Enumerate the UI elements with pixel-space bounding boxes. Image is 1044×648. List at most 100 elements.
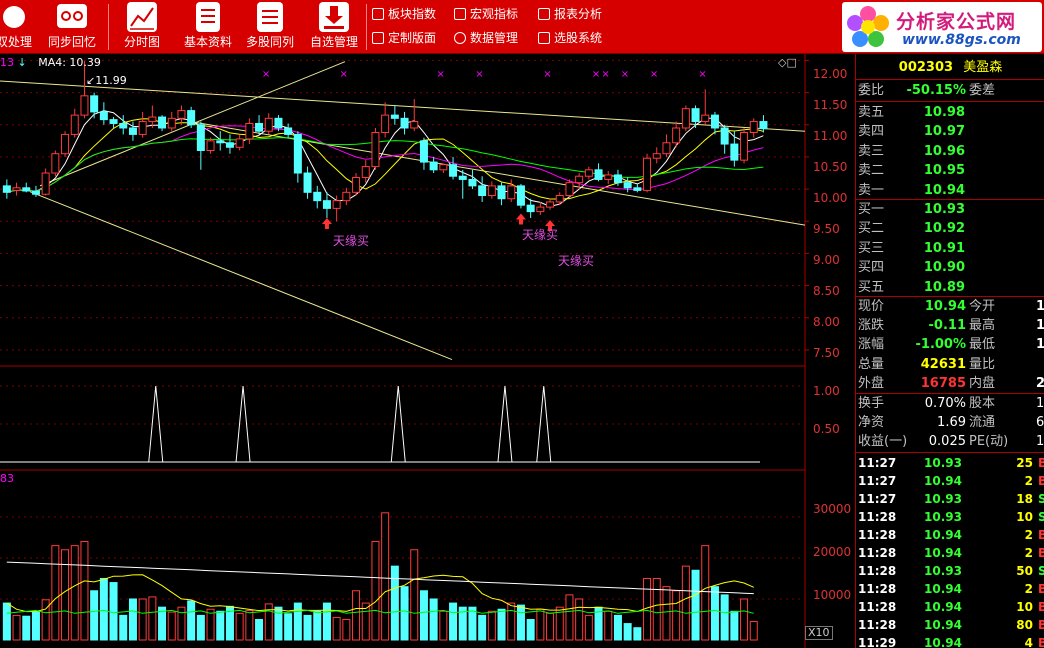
candle-body	[594, 169, 603, 180]
tb-small-1[interactable]: 宏观指标	[452, 5, 518, 23]
tb-button-2[interactable]: 分时图	[118, 0, 166, 54]
order-row[interactable]: 买五 10.89	[856, 278, 1044, 297]
volume-unit-badge[interactable]: X10	[805, 626, 833, 640]
tick-row[interactable]: 11:27 10.94 2B	[856, 472, 1044, 490]
stat-row: 涨幅 -1.00%最低 1	[856, 335, 1044, 354]
price-tick: 12.00	[813, 67, 848, 81]
candle-body	[187, 110, 196, 126]
marker-x-icon: ×	[543, 69, 551, 80]
logo-url: www.88gs.com	[902, 32, 1021, 48]
tb-button-label: 自选管理	[309, 35, 358, 49]
order-row[interactable]: 卖四 10.97	[856, 122, 1044, 141]
order-price: 10.97	[923, 124, 965, 140]
price-tick: 7.50	[813, 346, 840, 360]
candle-body	[449, 164, 458, 177]
tb-button-0[interactable]: 双处理	[0, 0, 34, 54]
candle-body	[584, 169, 593, 177]
price-tick: 9.50	[813, 222, 840, 236]
candle-body	[662, 142, 671, 155]
volume-bar	[293, 602, 302, 641]
tick-row[interactable]: 11:28 10.93 10 S	[856, 508, 1044, 526]
tick-row[interactable]: 11:28 10.94 80 B	[856, 616, 1044, 634]
tick-row[interactable]: 11:28 10.94 2B	[856, 580, 1044, 598]
volume-bar	[740, 598, 749, 641]
order-row[interactable]: 买三 10.91	[856, 239, 1044, 258]
volume-bar	[672, 590, 681, 641]
tb-small-2[interactable]: 报表分析	[536, 5, 602, 23]
order-label: 买五	[858, 279, 885, 295]
tb-button-5[interactable]: 自选管理	[306, 0, 362, 54]
order-row[interactable]: 卖二 10.95	[856, 161, 1044, 180]
stat-value: 1	[1036, 335, 1044, 354]
order-price: 10.89	[923, 279, 965, 295]
order-row[interactable]: 卖三 10.96	[856, 142, 1044, 161]
candle-body	[41, 172, 50, 195]
window-controls-icon[interactable]: ◇□	[778, 56, 797, 69]
stock-header[interactable]: 002303 美盈森	[856, 58, 1044, 77]
kline-chart[interactable]: × × × × × × × × × ×	[0, 54, 855, 648]
volume-bar	[322, 602, 331, 641]
tick-volume: 25	[1016, 456, 1033, 470]
tick-row[interactable]: 11:28 10.94 2B	[856, 544, 1044, 562]
stat-value: 1.69	[937, 415, 966, 431]
stat-value: 0.70%	[924, 396, 966, 411]
stat-value: 0.025	[928, 434, 966, 450]
tick-row[interactable]: 11:27 10.93 18 S	[856, 490, 1044, 508]
tb-small-label: 板块指数	[388, 7, 437, 21]
volume-ma-line	[6, 574, 755, 613]
order-row[interactable]: 卖一 10.94	[856, 181, 1044, 200]
tb-button-3[interactable]: 基本资料	[178, 0, 238, 54]
site-logo[interactable]: 分析家公式网 www.88gs.com	[842, 2, 1042, 52]
volume-bar	[565, 594, 574, 641]
tick-row[interactable]: 11:28 10.94 10 B	[856, 598, 1044, 616]
tb-button-4[interactable]: 多股同列	[242, 0, 298, 54]
volume-bar	[400, 586, 409, 641]
order-row[interactable]: 买一 10.93	[856, 200, 1044, 219]
tick-volume: 80	[1016, 618, 1033, 632]
weibi-label: 委比	[858, 83, 885, 98]
volume-bar	[701, 545, 710, 641]
candle-body	[90, 95, 99, 113]
tb-button-label: 多股同列	[245, 35, 294, 49]
volume-bar	[138, 598, 147, 641]
order-price: 10.94	[923, 182, 965, 198]
tick-row[interactable]: 11:27 10.93 25 B	[856, 454, 1044, 472]
tick-volume: 18	[1016, 492, 1033, 506]
price-tick: 11.00	[813, 129, 848, 143]
stat-value: 1	[1036, 434, 1044, 450]
trend-line	[29, 191, 453, 361]
order-row[interactable]: 买二 10.92	[856, 219, 1044, 238]
volume-ma-short-line	[6, 609, 754, 614]
candle-body	[264, 117, 273, 132]
tick-volume: 50	[1016, 564, 1033, 578]
order-price: 10.92	[923, 221, 965, 237]
divider	[856, 452, 1044, 453]
candle-body	[70, 114, 79, 135]
candle-body	[526, 204, 535, 213]
tick-price: 10.93	[924, 510, 962, 524]
kline-chart-area[interactable]: × × × × × × × × × × 13 ↓ MA4: 10.39 ↙11.99 天缘买 天缘…	[0, 54, 855, 648]
marker-x-icon: ×	[621, 69, 629, 80]
order-row[interactable]: 卖五 10.98	[856, 103, 1044, 122]
tb-button-label: 分时图	[123, 35, 160, 49]
volume-bar	[419, 590, 428, 641]
volume-legend: 83	[0, 472, 14, 485]
order-label: 卖三	[858, 143, 885, 159]
tb-small-3[interactable]: 定制版面	[370, 29, 436, 47]
tb-small-4[interactable]: 数据管理	[452, 29, 518, 47]
marker-x-icon: ×	[650, 69, 658, 80]
tb-button-1[interactable]: 同步回忆	[44, 0, 100, 54]
tick-row[interactable]: 11:28 10.93 50 S	[856, 562, 1044, 580]
tb-small-5[interactable]: 选股系统	[536, 29, 602, 47]
stat-value: -0.11	[928, 318, 966, 334]
marker-x-icon: ×	[340, 69, 348, 80]
tb-small-0[interactable]: 板块指数	[370, 5, 436, 23]
tick-row[interactable]: 11:28 10.94 2B	[856, 526, 1044, 544]
volume-bar	[487, 610, 496, 641]
order-row[interactable]: 买四 10.90	[856, 258, 1044, 277]
stat-label: 最低	[969, 337, 996, 353]
tick-row[interactable]: 11:29 10.94 4B	[856, 634, 1044, 648]
volume-bar	[710, 586, 719, 641]
tick-side: B	[1038, 544, 1044, 562]
order-label: 卖二	[858, 163, 885, 179]
